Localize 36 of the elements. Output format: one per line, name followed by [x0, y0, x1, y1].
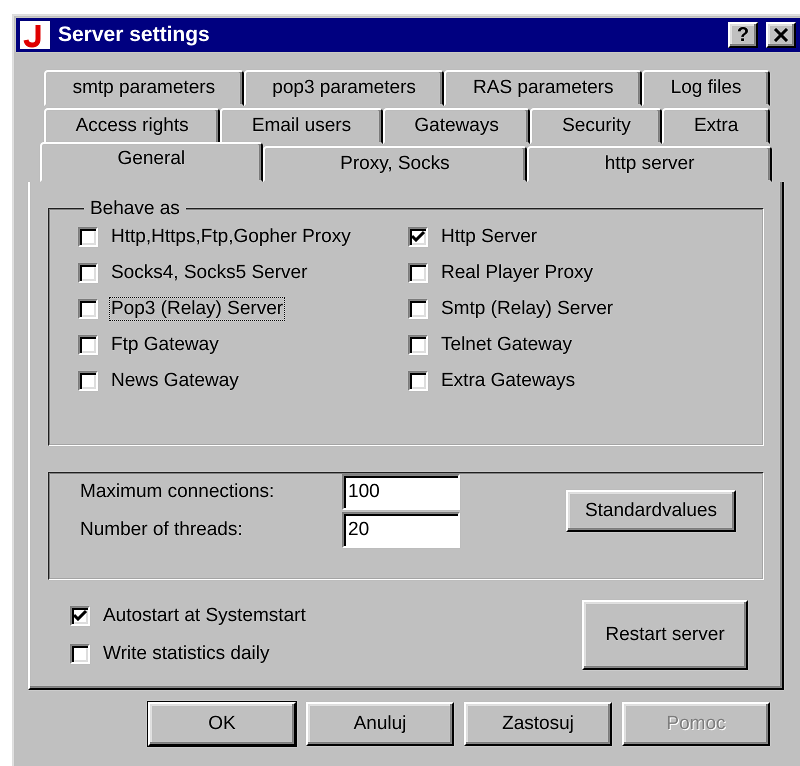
- checkbox-label[interactable]: Pop3 (Relay) Server: [110, 298, 284, 320]
- dialog-button[interactable]: Zastosuj: [464, 702, 612, 746]
- tab[interactable]: General: [40, 142, 263, 182]
- checkbox-label[interactable]: Http,Https,Ftp,Gopher Proxy: [110, 226, 352, 248]
- checkbox-label[interactable]: Telnet Gateway: [440, 334, 573, 356]
- tab[interactable]: smtp parameters: [44, 70, 244, 106]
- checkbox-label[interactable]: Extra Gateways: [440, 370, 576, 392]
- tab[interactable]: Extra: [662, 108, 770, 144]
- checkbox-label[interactable]: Real Player Proxy: [440, 262, 594, 284]
- tab[interactable]: http server: [527, 146, 772, 182]
- tab[interactable]: Log files: [642, 70, 770, 106]
- checkbox-label[interactable]: Write statistics daily: [102, 643, 270, 665]
- tab[interactable]: pop3 parameters: [244, 70, 444, 106]
- restart-server-button[interactable]: Restart server: [582, 600, 748, 670]
- checkbox-label[interactable]: Socks4, Socks5 Server: [110, 262, 308, 284]
- window-title: Server settings: [58, 23, 211, 47]
- dialog-button[interactable]: OK: [148, 702, 296, 746]
- checkbox-label[interactable]: News Gateway: [110, 370, 240, 392]
- help-button[interactable]: ?: [728, 22, 758, 48]
- checkbox-label[interactable]: Smtp (Relay) Server: [440, 298, 614, 320]
- input-field[interactable]: 100: [342, 474, 460, 510]
- standard-values-button[interactable]: Standardvalues: [566, 490, 736, 532]
- checkbox-label[interactable]: Ftp Gateway: [110, 334, 220, 356]
- field-label: Number of threads:: [80, 519, 244, 541]
- tab[interactable]: Access rights: [44, 108, 220, 144]
- checkbox-label[interactable]: Autostart at Systemstart: [102, 605, 307, 627]
- input-field[interactable]: 20: [342, 512, 460, 548]
- group-title: Behave as: [89, 198, 181, 220]
- checkbox-label[interactable]: Http Server: [440, 226, 538, 248]
- tab[interactable]: Security: [530, 108, 662, 144]
- tab[interactable]: Proxy, Socks: [262, 146, 528, 182]
- tab[interactable]: Email users: [220, 108, 383, 144]
- dialog-button[interactable]: Anuluj: [306, 702, 454, 746]
- tab[interactable]: RAS parameters: [444, 70, 642, 106]
- tab[interactable]: Gateways: [382, 108, 530, 144]
- field-label: Maximum connections:: [80, 481, 276, 503]
